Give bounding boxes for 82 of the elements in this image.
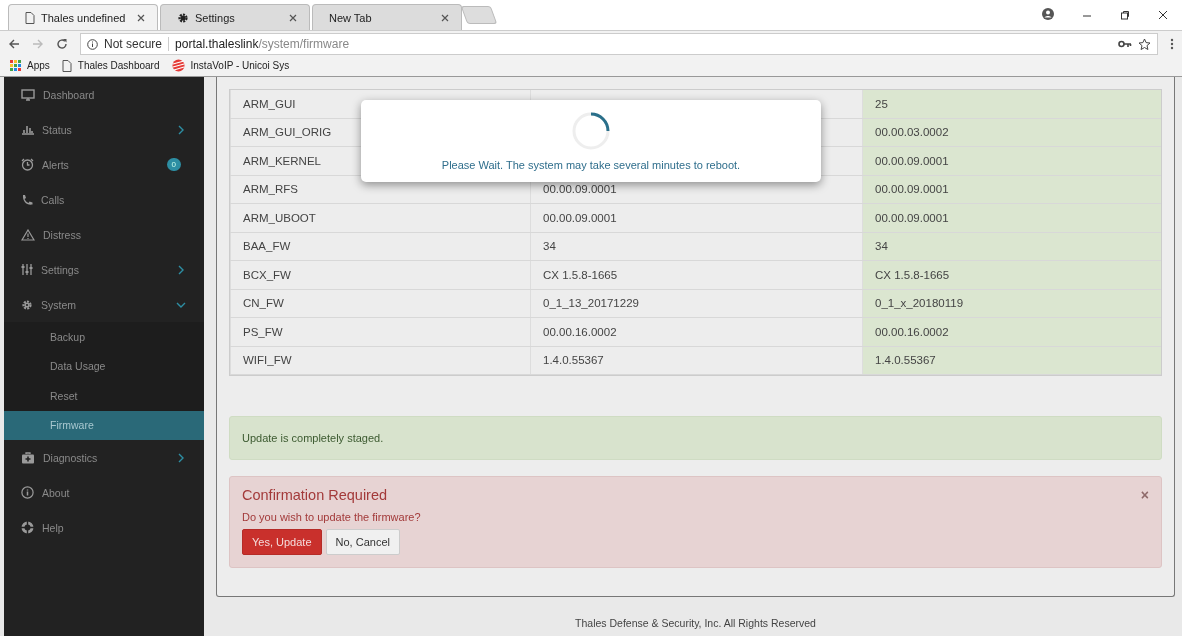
restore-icon[interactable] (1120, 10, 1130, 20)
star-icon[interactable] (1138, 37, 1151, 51)
sidebar-item[interactable]: Dashboard (4, 77, 204, 112)
browser-tab[interactable]: New Tab (312, 4, 462, 30)
reload-icon[interactable] (56, 38, 68, 50)
table-cell: 00.00.16.0002 (543, 325, 617, 338)
sliders-icon (21, 263, 33, 276)
address-bar[interactable]: Not secure portal.thaleslink/system/firmware (80, 33, 1158, 55)
sidebar-item[interactable]: System (4, 287, 204, 322)
apps-grid-icon (10, 60, 21, 71)
close-icon[interactable] (441, 13, 449, 22)
sidebar-item[interactable]: Diagnostics (4, 440, 204, 475)
security-label: Not secure (104, 37, 163, 51)
table-cell: CX 1.5.8-1665 (862, 261, 1161, 289)
table-cell: 00.00.09.0001 (543, 183, 617, 196)
table-cell: 0_1_13_20171229 (543, 297, 639, 310)
striped-ball-icon (171, 59, 185, 72)
sidebar-item[interactable]: Calls (4, 182, 204, 217)
browser-tab[interactable]: Thales undefined (8, 4, 158, 30)
url-text: portal.thaleslink/system/firmware (175, 37, 350, 51)
table-cell: 00.00.09.0001 (862, 147, 1161, 175)
gear-icon (177, 11, 189, 24)
submenu-item[interactable]: Firmware (4, 410, 204, 440)
cancel-button[interactable]: No, Cancel (325, 529, 400, 555)
lifebuoy-icon (21, 521, 34, 534)
close-icon[interactable] (1158, 10, 1168, 20)
bookmark-link[interactable]: Thales Dashboard (61, 59, 160, 72)
phone-icon (21, 193, 33, 206)
sidebar-item[interactable]: Settings (4, 252, 204, 287)
table-cell: 34 (862, 232, 1161, 260)
gear-icon (21, 298, 33, 311)
table-cell: 00.00.16.0002 (862, 318, 1161, 346)
profile-icon[interactable] (1042, 8, 1054, 20)
bookmark-link[interactable]: Apps (10, 60, 50, 71)
bookmark-link[interactable]: InstaVoIP - Unicoi Sys (171, 59, 290, 72)
close-icon[interactable] (289, 13, 297, 22)
table-cell: 0_1_x_20180119 (862, 289, 1161, 317)
alert-title: Confirmation Required (242, 487, 388, 503)
sidebar-item[interactable]: Distress (4, 217, 204, 252)
warning-icon (21, 228, 35, 241)
bar-chart-icon (21, 124, 34, 135)
footer-text: Thales Defense & Security, Inc. All Rights Reserved (574, 617, 817, 629)
table-cell: WIFI_FW (230, 346, 530, 374)
key-icon[interactable] (1118, 40, 1132, 48)
table-cell: BAA_FW (230, 232, 530, 260)
page-icon (25, 11, 35, 24)
table-cell: 00.00.09.0001 (862, 204, 1161, 232)
alert-message: Update is completely staged. (242, 432, 384, 444)
alert-message: Do you wish to update the firmware? (242, 511, 422, 523)
table-cell: PS_FW (230, 318, 530, 346)
table-cell: CX 1.5.8-1665 (543, 268, 618, 281)
sidebar-item[interactable]: Status (4, 112, 204, 147)
table-cell: 00.00.09.0001 (543, 211, 617, 224)
monitor-icon (21, 88, 35, 101)
alarm-clock-icon (21, 158, 34, 171)
sidebar-item[interactable]: About (4, 475, 204, 510)
info-icon (87, 38, 98, 50)
page-icon (61, 59, 72, 72)
info-icon (21, 486, 34, 499)
table-cell: 1.4.0.55367 (543, 354, 604, 367)
table-cell: 00.00.09.0001 (862, 175, 1161, 203)
close-button[interactable]: × (1140, 487, 1149, 503)
table-cell: 25 (862, 90, 1161, 118)
back-arrow-icon[interactable] (8, 38, 20, 50)
loading-spinner-icon (571, 111, 611, 151)
confirm-button[interactable]: Yes, Update (242, 529, 322, 555)
table-cell: BCX_FW (230, 261, 530, 289)
close-icon[interactable] (137, 13, 145, 22)
browser-tab[interactable]: Settings (160, 4, 310, 30)
submenu-item[interactable]: Data Usage (4, 351, 204, 381)
table-cell: 34 (543, 240, 556, 253)
table-cell: 1.4.0.55367 (862, 346, 1161, 374)
submenu-item[interactable]: Reset (4, 381, 204, 411)
table-cell: 00.00.03.0002 (862, 118, 1161, 146)
count-badge: 0 (166, 158, 181, 171)
sidebar-item[interactable]: Help (4, 510, 204, 545)
table-cell: CN_FW (230, 289, 530, 317)
medical-kit-icon (21, 451, 35, 464)
sidebar-item[interactable]: Alerts 0 (4, 147, 204, 182)
submenu-item[interactable]: Backup (4, 322, 204, 352)
menu-icon[interactable] (1170, 38, 1174, 50)
table-cell: ARM_UBOOT (230, 204, 530, 232)
